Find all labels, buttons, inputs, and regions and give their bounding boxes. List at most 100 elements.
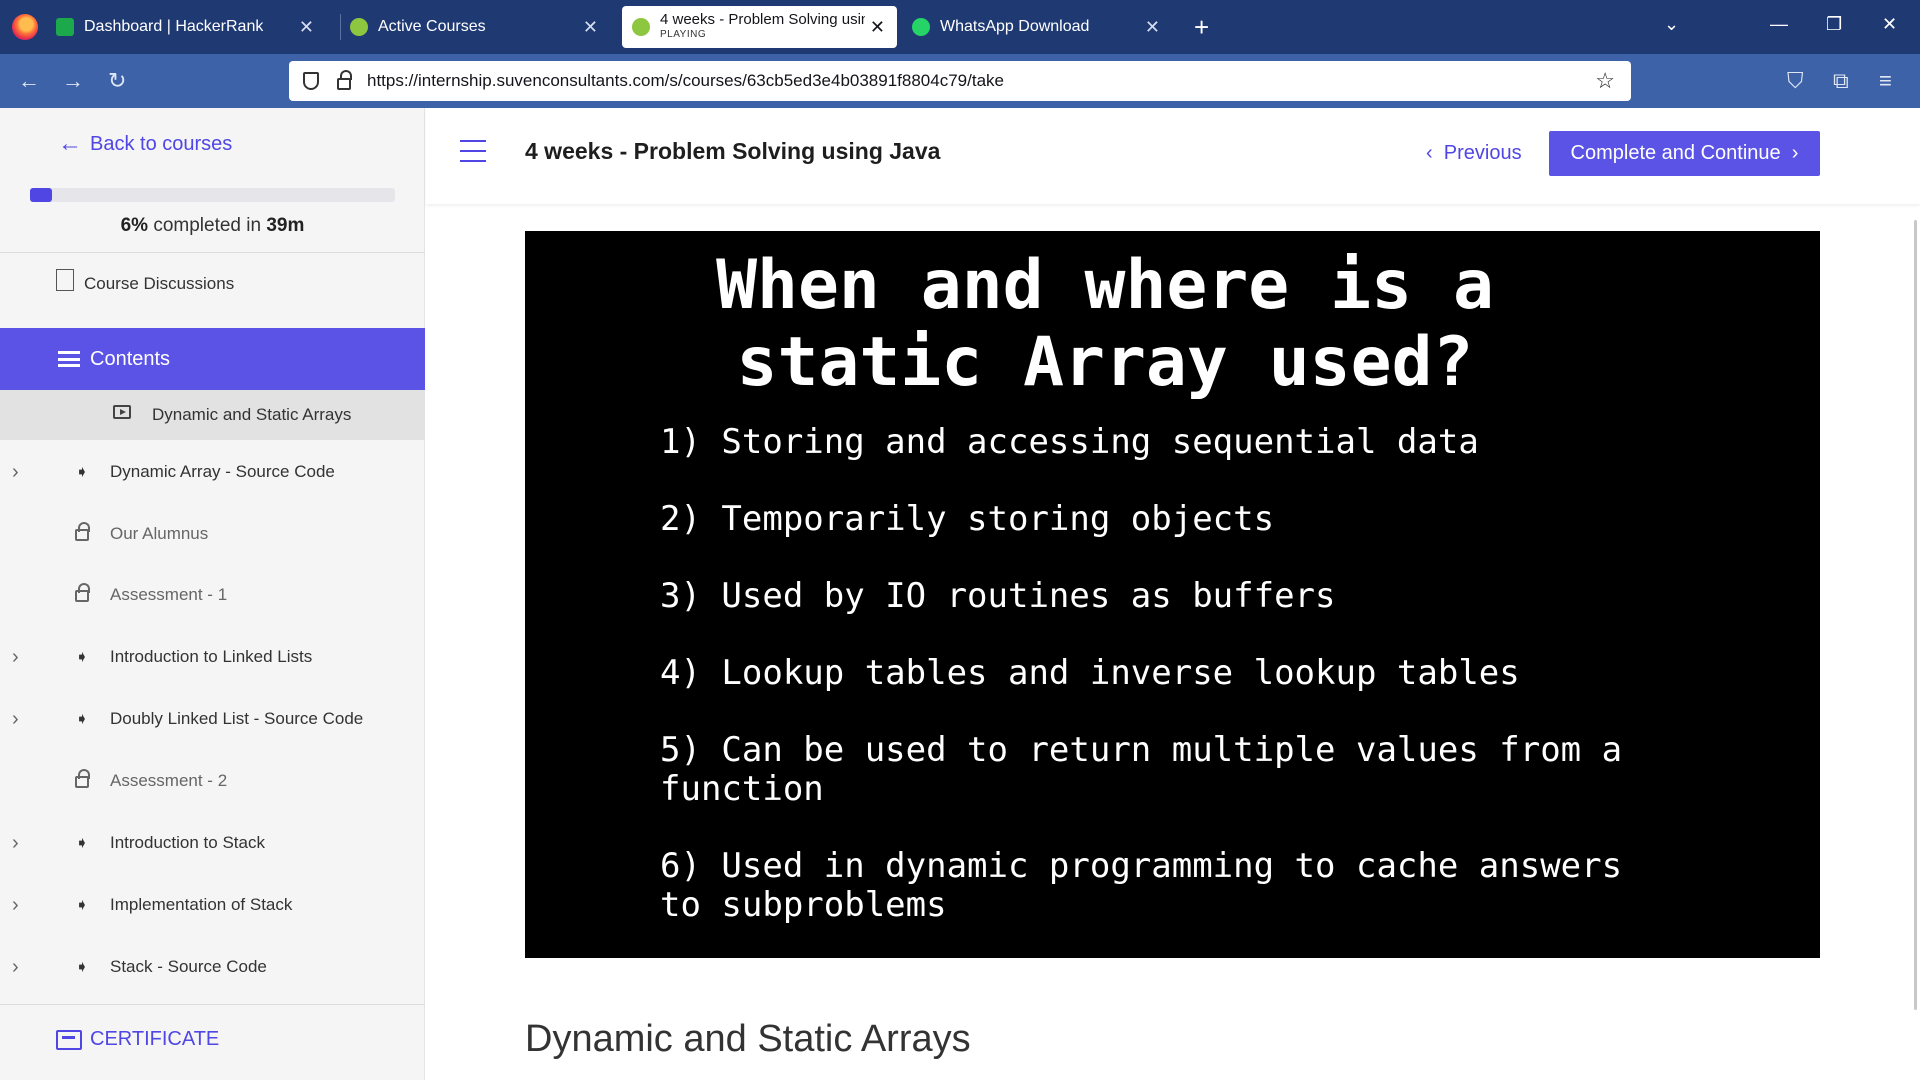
chevron-right-icon[interactable]: › xyxy=(12,461,19,484)
previous-label: Previous xyxy=(1443,142,1522,164)
close-tab-icon[interactable]: ✕ xyxy=(870,17,885,38)
slide-point: 1) Storing and accessing sequential data xyxy=(660,422,1479,462)
reload-icon[interactable]: ↻ xyxy=(108,68,126,94)
back-label: Back to courses xyxy=(90,132,233,155)
section-item-doubly-linked-list[interactable]: › ➧ Doubly Linked List - Source Code xyxy=(0,691,425,747)
lock-icon xyxy=(72,769,92,791)
course-progress-fill xyxy=(30,188,52,202)
lesson-item-assessment-1[interactable]: Assessment - 1 xyxy=(0,567,425,623)
course-title: 4 weeks - Problem Solving using Java xyxy=(525,138,941,164)
tab-playing-label: PLAYING xyxy=(660,29,707,40)
complete-and-continue-button[interactable]: Complete and Continue › xyxy=(1549,131,1820,176)
slide-title-line-1: When and where is a xyxy=(716,246,1494,325)
url-text[interactable]: https://internship.suvenconsultants.com/… xyxy=(367,71,1004,91)
section-tag-icon: ➧ xyxy=(75,835,89,852)
lesson-label: Doubly Linked List - Source Code xyxy=(110,709,364,728)
tab-separator xyxy=(340,14,341,40)
lesson-label: Introduction to Stack xyxy=(110,833,265,852)
hackerrank-icon xyxy=(56,18,74,36)
lesson-label: Dynamic Array - Source Code xyxy=(110,462,335,481)
close-tab-icon[interactable]: ✕ xyxy=(299,17,314,38)
complete-label: Complete and Continue xyxy=(1570,142,1781,164)
forward-arrow-icon[interactable]: → xyxy=(62,68,84,94)
browser-tab-bar: Dashboard | HackerRank ✕ Active Courses … xyxy=(0,0,1920,54)
tab-whatsapp[interactable]: WhatsApp Download ✕ xyxy=(912,6,1172,48)
chevron-left-icon: ‹ xyxy=(1426,142,1433,164)
chevron-right-icon[interactable]: › xyxy=(12,708,19,731)
section-tag-icon: ➧ xyxy=(75,649,89,666)
list-all-tabs-chevron-icon[interactable]: ⌄ xyxy=(1664,14,1679,35)
close-window-icon[interactable]: ✕ xyxy=(1882,14,1897,35)
close-tab-icon[interactable]: ✕ xyxy=(583,17,598,38)
extensions-puzzle-icon[interactable]: ⧉ xyxy=(1833,68,1849,94)
slide-point: 3) Used by IO routines as buffers xyxy=(660,576,1336,616)
close-tab-icon[interactable]: ✕ xyxy=(1145,17,1160,38)
section-tag-icon: ➧ xyxy=(75,711,89,728)
tab-hackerrank[interactable]: Dashboard | HackerRank ✕ xyxy=(56,6,326,48)
restore-window-icon[interactable]: ❐ xyxy=(1826,14,1842,35)
minimize-window-icon[interactable]: — xyxy=(1770,14,1788,35)
list-icon xyxy=(58,351,80,367)
lesson-header: 4 weeks - Problem Solving using Java ‹ P… xyxy=(426,108,1920,204)
course-progress-bar xyxy=(30,188,395,202)
padlock-icon[interactable] xyxy=(337,70,352,90)
lesson-main: 4 weeks - Problem Solving using Java ‹ P… xyxy=(426,108,1920,1080)
section-tag-icon: ➧ xyxy=(75,959,89,976)
slide-point: 5) Can be used to return multiple values… xyxy=(660,730,1623,809)
course-site-icon xyxy=(632,18,650,36)
progress-time: 39m xyxy=(266,215,305,236)
scrollbar[interactable] xyxy=(1914,220,1917,1010)
tab-problem-solving-java[interactable]: 4 weeks - Problem Solving using Java PLA… xyxy=(622,6,897,48)
slide-title-line-2: static Array used? xyxy=(736,323,1474,402)
lesson-label: Dynamic and Static Arrays xyxy=(152,405,352,424)
address-bar[interactable]: https://internship.suvenconsultants.com/… xyxy=(289,61,1631,101)
menu-icon[interactable]: ≡ xyxy=(1879,68,1892,94)
chevron-right-icon[interactable]: › xyxy=(12,646,19,669)
back-arrow-icon[interactable]: ← xyxy=(18,68,40,94)
chevron-right-icon: › xyxy=(1791,142,1799,164)
lock-icon xyxy=(72,583,92,605)
lesson-label: Assessment - 1 xyxy=(110,585,228,604)
lesson-item-assessment-2[interactable]: Assessment - 2 xyxy=(0,753,425,809)
certificate-icon xyxy=(56,1029,82,1050)
lesson-item-dynamic-static-arrays[interactable]: Dynamic and Static Arrays xyxy=(0,390,425,440)
lesson-item-our-alumnus[interactable]: Our Alumnus xyxy=(0,506,425,562)
slide-point: 6) Used in dynamic programming to cache … xyxy=(660,846,1623,925)
video-play-icon xyxy=(112,405,132,425)
contents-tab[interactable]: Contents xyxy=(0,328,425,390)
tab-active-courses[interactable]: Active Courses ✕ xyxy=(350,6,610,48)
section-item-intro-stack[interactable]: › ➧ Introduction to Stack xyxy=(0,815,425,871)
section-item-implementation-stack[interactable]: › ➧ Implementation of Stack xyxy=(0,877,425,933)
divider xyxy=(0,252,425,253)
chevron-right-icon[interactable]: › xyxy=(12,894,19,917)
certificate-link[interactable]: CERTIFICATE xyxy=(56,1028,219,1051)
hamburger-menu-icon[interactable] xyxy=(460,140,486,162)
lesson-label: Our Alumnus xyxy=(110,524,209,543)
pocket-icon[interactable]: ⛉ xyxy=(1787,68,1804,94)
tab-title: 4 weeks - Problem Solving using Java xyxy=(660,12,865,27)
slide-title: When and where is a static Array used? xyxy=(525,247,1685,401)
section-item-dynamic-array-source-code[interactable]: › ➧ Dynamic Array - Source Code xyxy=(0,444,425,500)
section-tag-icon: ➧ xyxy=(75,464,89,481)
progress-mid: completed in xyxy=(148,215,267,236)
lesson-video-player[interactable]: When and where is a static Array used? 1… xyxy=(525,231,1820,958)
tracking-protection-shield-icon[interactable] xyxy=(303,72,319,90)
chevron-right-icon[interactable]: › xyxy=(12,956,19,979)
section-item-stack-source-code[interactable]: › ➧ Stack - Source Code xyxy=(0,939,425,995)
course-discussions-link[interactable]: Course Discussions xyxy=(56,269,234,295)
chevron-right-icon[interactable]: › xyxy=(12,832,19,855)
lesson-label: Introduction to Linked Lists xyxy=(110,647,313,666)
lesson-label: Assessment - 2 xyxy=(110,771,228,790)
contents-label: Contents xyxy=(90,347,171,370)
firefox-logo-icon[interactable] xyxy=(12,14,38,40)
divider xyxy=(0,1004,425,1005)
whatsapp-icon xyxy=(912,18,930,36)
slide-point: 4) Lookup tables and inverse lookup tabl… xyxy=(660,653,1520,693)
bookmark-star-icon[interactable]: ☆ xyxy=(1595,68,1615,94)
new-tab-plus-icon[interactable]: + xyxy=(1194,12,1209,43)
progress-percent: 6% xyxy=(120,215,149,236)
back-to-courses-link[interactable]: ← Back to courses xyxy=(58,130,232,158)
section-item-intro-linked-lists[interactable]: › ➧ Introduction to Linked Lists xyxy=(0,629,425,685)
browser-nav-bar: ← → ↻ https://internship.suvenconsultant… xyxy=(0,54,1920,108)
previous-button[interactable]: ‹ Previous xyxy=(1426,142,1522,165)
